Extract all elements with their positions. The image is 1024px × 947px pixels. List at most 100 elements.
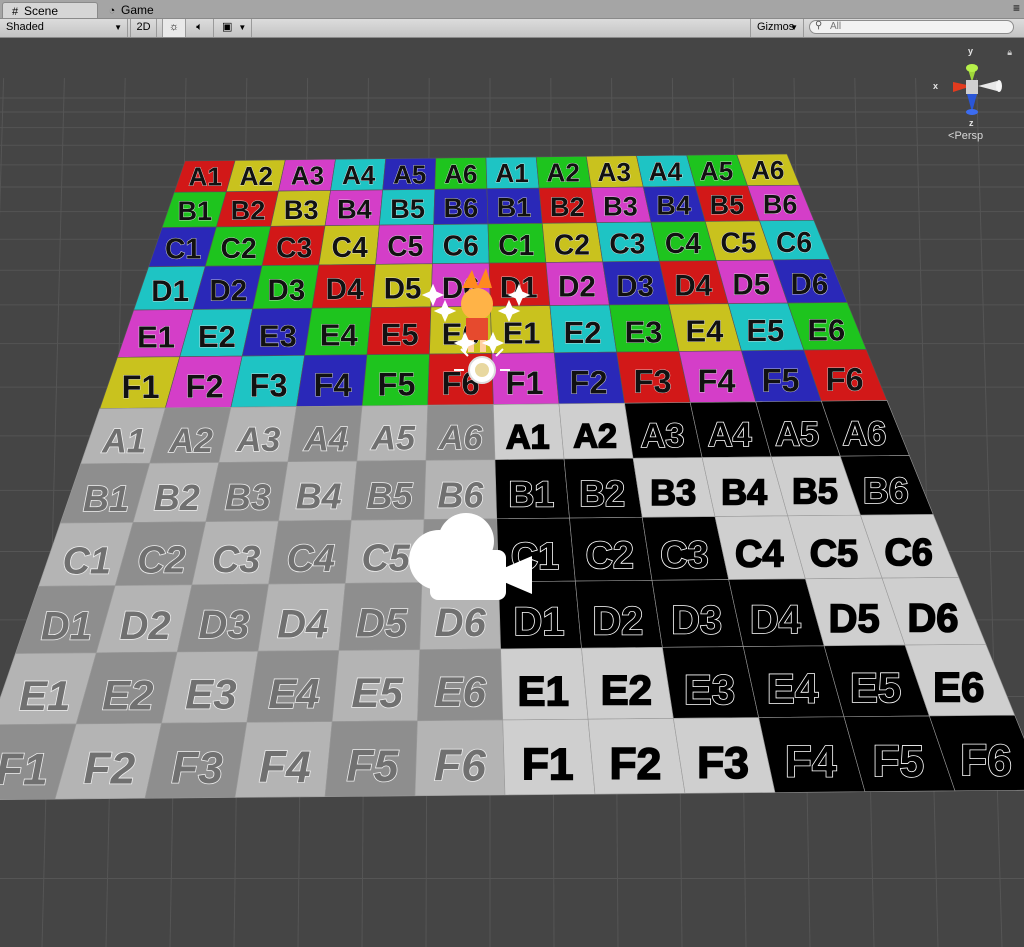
cell-label: A3 <box>236 421 281 459</box>
cell-label: E3 <box>259 318 297 353</box>
cell-label: C3 <box>212 539 260 581</box>
cell-label: E2 <box>601 667 652 714</box>
cell-label: B2 <box>550 191 585 222</box>
cell-label: C4 <box>332 231 368 263</box>
cell-label: C1 <box>498 229 534 261</box>
cell-label: D1 <box>41 605 92 649</box>
cell-label: E3 <box>625 314 663 349</box>
shading-mode-dropdown[interactable]: Shaded ▼ <box>0 19 128 37</box>
scene-effects-dropdown[interactable]: ▣ ▼ <box>214 19 252 37</box>
shading-mode-label: Shaded <box>6 21 44 33</box>
scene-lighting-toggle[interactable]: ☼ <box>162 19 186 37</box>
cell-label: E4 <box>268 670 319 717</box>
cell-label: A5 <box>700 156 733 186</box>
cell-label: D1 <box>151 275 189 308</box>
cell-label: B3 <box>284 194 319 225</box>
cell-label: E3 <box>684 666 735 713</box>
image-icon: ▣ <box>222 21 233 33</box>
cell-label: E5 <box>351 669 403 716</box>
cell-label: B5 <box>390 193 425 224</box>
search-input[interactable] <box>830 21 1000 32</box>
cell-label: B5 <box>710 189 745 220</box>
cell-label: D4 <box>277 602 328 646</box>
hierarchy-search[interactable]: ⚲ <box>809 20 1014 34</box>
cell-label: A1 <box>506 418 550 456</box>
cell-label: F3 <box>250 368 288 404</box>
projection-toggle[interactable]: <Persp <box>948 130 983 142</box>
cell-label: F5 <box>378 366 416 402</box>
cell-label: C5 <box>361 537 410 579</box>
cell-label: D6 <box>435 601 487 645</box>
cell-label: C4 <box>665 227 701 259</box>
cell-label: B1 <box>508 475 554 515</box>
cell-label: B6 <box>763 189 798 220</box>
cell-label: C3 <box>609 228 645 260</box>
cell-label: F5 <box>762 362 800 398</box>
cell-label: E6 <box>434 668 486 715</box>
cell-label: A5 <box>393 159 426 189</box>
cell-label: E2 <box>102 671 153 718</box>
cell-label: D5 <box>384 273 422 306</box>
cell-label: E1 <box>503 316 541 351</box>
speaker-icon: 🔈︎ <box>196 21 203 33</box>
cell-label: B3 <box>603 190 638 221</box>
scene-viewport[interactable]: A1 A2 A3 A4 A5 A6 A1 A2 A3 A4 A5 A6 B1 B2 B3 B4 B5 B6 B1 B2… <box>0 38 1024 947</box>
tab-scene-label: Scene <box>24 4 59 18</box>
cell-label: D4 <box>674 269 712 302</box>
cell-label: B6 <box>863 471 909 511</box>
cell-label: D5 <box>829 597 880 641</box>
cell-label: D2 <box>592 599 643 643</box>
cell-label: F4 <box>698 363 736 399</box>
sun-icon: ☼ <box>168 21 180 33</box>
dropdown-arrow-icon: ▼ <box>114 23 122 32</box>
cell-label: D3 <box>616 270 654 303</box>
cell-label: C2 <box>586 535 634 577</box>
scene-canvas[interactable]: A1 A2 A3 A4 A5 A6 A1 A2 A3 A4 A5 A6 B1 B2 B3 B4 B5 B6 B1 B2… <box>0 38 1024 947</box>
cell-label: C6 <box>884 532 932 574</box>
cell-label: E6 <box>807 312 845 347</box>
cell-label: E4 <box>767 665 819 712</box>
cell-label: C5 <box>810 533 858 575</box>
cell-label: F1 <box>522 741 574 790</box>
tab-bar: # Scene ◔ Game ≡ <box>0 0 1024 19</box>
cell-label: B5 <box>367 476 414 516</box>
cell-label: F1 <box>0 746 48 795</box>
cell-label: A1 <box>101 422 146 460</box>
cell-label: F5 <box>347 742 400 791</box>
cell-label: E1 <box>137 320 175 355</box>
scene-audio-toggle[interactable]: 🔈︎ <box>186 19 214 37</box>
cell-label: D3 <box>268 274 306 307</box>
cell-label: F6 <box>826 362 864 398</box>
cell-label: C2 <box>137 540 185 582</box>
panel-menu-icon[interactable]: ≡ <box>1013 1 1020 15</box>
cell-label: A4 <box>649 156 683 186</box>
cell-label: F1 <box>122 369 160 405</box>
scene-toolbar: Shaded ▼ 2D ☼ 🔈︎ ▣ ▼ Gizmos ▼ ⚲ <box>0 19 1024 38</box>
cell-label: C3 <box>276 231 312 263</box>
tab-game-label: Game <box>121 3 154 17</box>
cell-label: D6 <box>907 596 958 640</box>
cell-label: A3 <box>291 161 324 191</box>
cell-label: D2 <box>558 271 596 304</box>
cell-label: D6 <box>791 268 829 301</box>
cell-label: D1 <box>514 600 565 644</box>
axis-x-label: x <box>933 81 939 91</box>
cell-label: F6 <box>960 736 1012 785</box>
cell-label: A2 <box>168 422 213 460</box>
cell-label: E4 <box>320 318 359 353</box>
cell-label: C3 <box>660 534 708 576</box>
cell-label: B2 <box>579 474 625 514</box>
tab-game[interactable]: ◔ Game <box>100 2 180 18</box>
tab-scene[interactable]: # Scene <box>2 2 98 18</box>
cell-label: B2 <box>231 195 266 226</box>
2d-toggle-button[interactable]: 2D <box>130 19 157 37</box>
cell-label: A4 <box>708 416 752 454</box>
cell-label: C4 <box>287 538 335 580</box>
search-icon: ⚲ <box>815 20 823 31</box>
pacman-icon: ◔ <box>108 5 116 17</box>
cell-label: E5 <box>381 317 419 352</box>
gizmos-dropdown[interactable]: Gizmos ▼ <box>750 19 804 37</box>
cell-label: B4 <box>296 477 342 517</box>
projection-label: Persp <box>954 130 984 142</box>
cell-label: F2 <box>186 368 224 404</box>
